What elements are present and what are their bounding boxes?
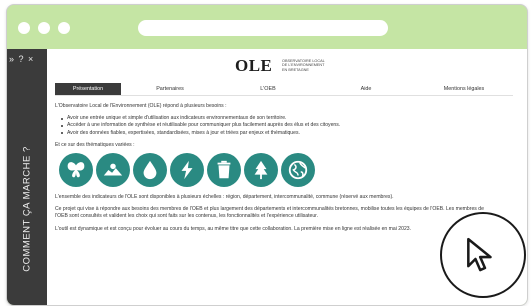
browser-titlebar bbox=[7, 5, 527, 49]
address-bar[interactable] bbox=[138, 20, 388, 36]
theme-icons bbox=[59, 153, 315, 187]
list-item: Accéder à une information de synthèse et… bbox=[61, 122, 487, 129]
tab-partenaires[interactable]: Partenaires bbox=[121, 83, 219, 95]
sidebar-vertical-label[interactable]: COMMENT ÇA MARCHE ? bbox=[22, 146, 33, 271]
landscape-icon[interactable] bbox=[96, 153, 130, 187]
main-nav: Présentation Partenaires L'OEB Aide Ment… bbox=[55, 83, 513, 96]
cursor-highlight bbox=[440, 212, 526, 298]
energy-bolt-icon[interactable] bbox=[170, 153, 204, 187]
butterfly-icon[interactable] bbox=[59, 153, 93, 187]
tab-oeb[interactable]: L'OEB bbox=[219, 83, 317, 95]
evolution-text: L'outil est dynamique et est conçu pour … bbox=[55, 225, 412, 232]
scales-text: L'ensemble des indicateurs de l'OLE sont… bbox=[55, 194, 394, 200]
window-dot-maximize[interactable] bbox=[58, 22, 70, 34]
project-text: Ce projet qui vise à répondre aux besoin… bbox=[55, 206, 484, 220]
list-item: Avoir une entrée unique et simple d'util… bbox=[61, 115, 487, 122]
help-sidebar: » ? × COMMENT ÇA MARCHE ? bbox=[7, 49, 47, 305]
needs-list: Avoir une entrée unique et simple d'util… bbox=[55, 115, 487, 137]
water-drop-icon[interactable] bbox=[133, 153, 167, 187]
intro-block: L'Observatoire Local de l'Environnement … bbox=[55, 103, 487, 149]
logo-mark: OLE bbox=[235, 56, 273, 75]
description-block: L'ensemble des indicateurs de l'OLE sont… bbox=[55, 194, 487, 233]
globe-icon[interactable] bbox=[281, 153, 315, 187]
forest-icon[interactable] bbox=[244, 153, 278, 187]
tab-mentions-legales[interactable]: Mentions légales bbox=[415, 83, 513, 95]
window-dot-close[interactable] bbox=[18, 22, 30, 34]
tab-aide[interactable]: Aide bbox=[317, 83, 415, 95]
tab-presentation[interactable]: Présentation bbox=[55, 83, 121, 95]
logo-subtitle: OBSERVATOIRE LOCAL DE L'ENVIRONNEMENT EN… bbox=[282, 59, 325, 72]
window-dot-minimize[interactable] bbox=[38, 22, 50, 34]
sidebar-controls[interactable]: » ? × bbox=[9, 54, 34, 64]
themes-intro: Et ce sur des thématiques variées : bbox=[55, 141, 135, 148]
intro-text: L'Observatoire Local de l'Environnement … bbox=[55, 103, 227, 109]
waste-bin-icon[interactable] bbox=[207, 153, 241, 187]
mouse-pointer-icon bbox=[467, 237, 492, 272]
list-item: Avoir des données fiables, expertisées, … bbox=[61, 130, 487, 137]
